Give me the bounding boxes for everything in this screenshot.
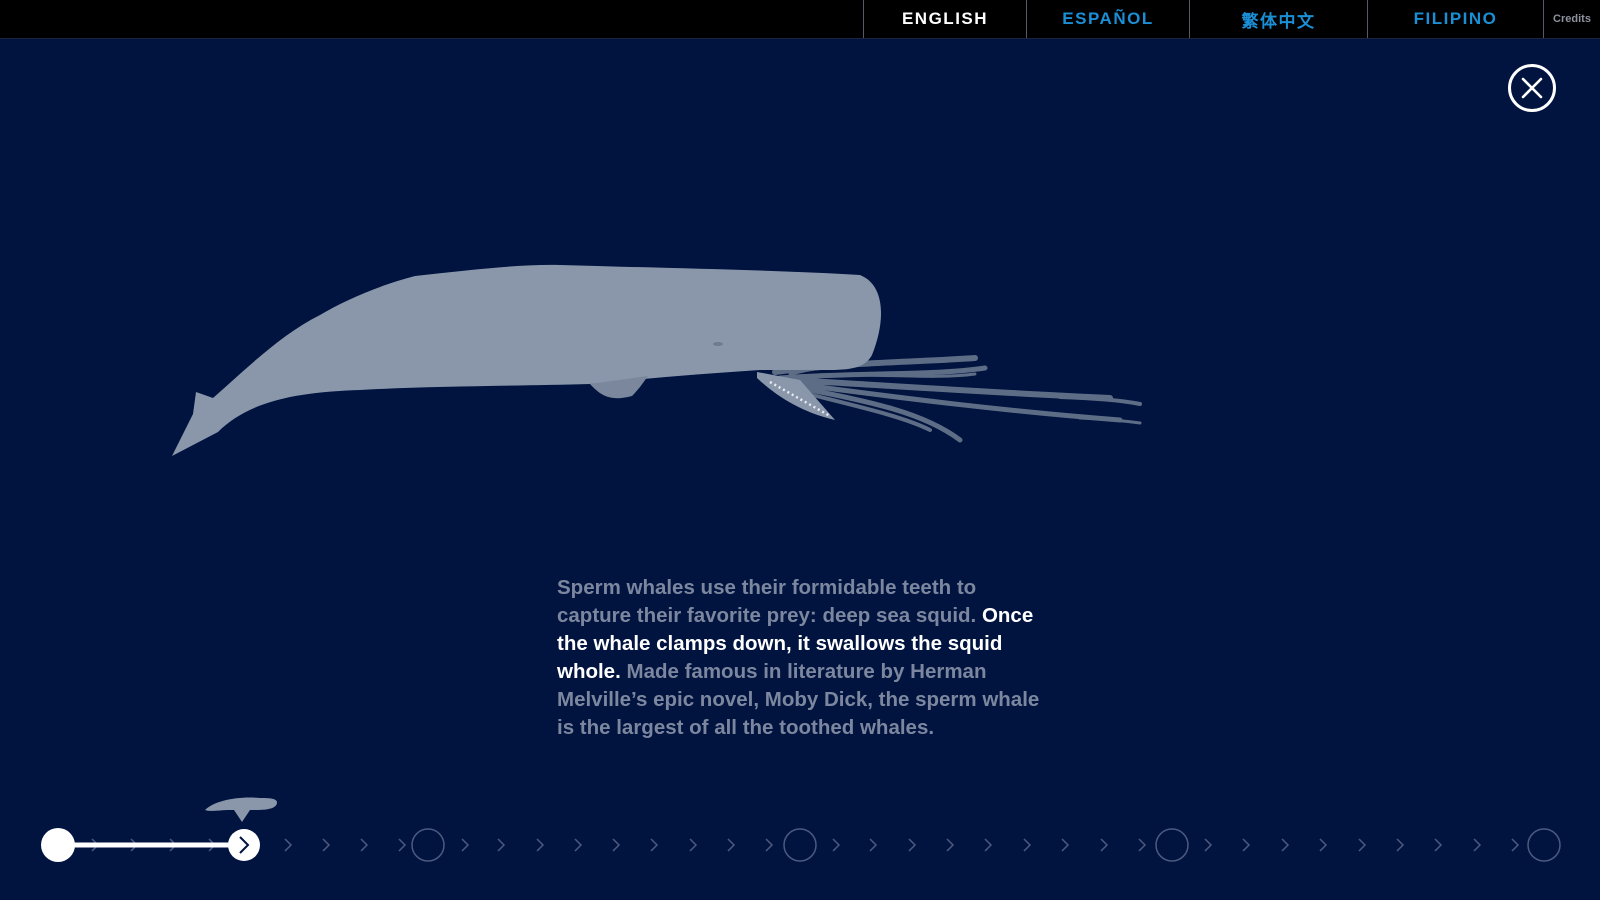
page: ENGLISH ESPAÑOL 繁体中文 FILIPINO Credits Sp… xyxy=(0,0,1600,900)
timeline-step-chevron[interactable] xyxy=(1138,838,1147,852)
timeline-step-chevron[interactable] xyxy=(1434,838,1443,852)
timeline-step-chevron[interactable] xyxy=(650,838,659,852)
timeline-step-chevron[interactable] xyxy=(727,838,736,852)
timeline-step-chevron[interactable] xyxy=(1061,838,1070,852)
timeline-step-chevron[interactable] xyxy=(1358,838,1367,852)
timeline-step-chevron[interactable] xyxy=(322,838,331,852)
timeline-step-chevron[interactable] xyxy=(1511,838,1520,852)
story-intro-text: Sperm whales use their formidable teeth … xyxy=(557,576,977,627)
timeline-nav xyxy=(41,797,1561,862)
timeline-chapter-marker[interactable] xyxy=(1527,828,1561,862)
sperm-whale-illustration xyxy=(172,264,1142,456)
timeline-step-chevron[interactable] xyxy=(869,838,878,852)
timeline-step-chevron[interactable] xyxy=(1319,838,1328,852)
timeline-start-handle[interactable] xyxy=(41,828,75,862)
timeline-next-button[interactable] xyxy=(228,829,260,861)
timeline-step-chevron[interactable] xyxy=(1204,838,1213,852)
timeline-step-chevron[interactable] xyxy=(398,838,407,852)
timeline-chapter-marker[interactable] xyxy=(411,828,445,862)
squid-tentacles xyxy=(772,355,1142,443)
timeline-step-chevron[interactable] xyxy=(1281,838,1290,852)
timeline-step-chevron[interactable] xyxy=(536,838,545,852)
timeline-step-chevron[interactable] xyxy=(1396,838,1405,852)
whale-body xyxy=(172,264,882,456)
timeline-step-chevron[interactable] xyxy=(574,838,583,852)
timeline-step-chevron[interactable] xyxy=(1242,838,1251,852)
timeline-step-chevron[interactable] xyxy=(832,838,841,852)
timeline-step-chevron[interactable] xyxy=(1023,838,1032,852)
whale-marker xyxy=(205,797,277,822)
timeline-chapter-marker[interactable] xyxy=(783,828,817,862)
timeline-step-chevron[interactable] xyxy=(984,838,993,852)
timeline-step-chevron[interactable] xyxy=(284,838,293,852)
timeline-step-chevron[interactable] xyxy=(765,838,774,852)
timeline-step-chevron[interactable] xyxy=(461,838,470,852)
timeline-step-chevron[interactable] xyxy=(1473,838,1482,852)
timeline-chapter-marker[interactable] xyxy=(1155,828,1189,862)
timeline-step-chevron[interactable] xyxy=(612,838,621,852)
timeline-steps xyxy=(91,828,1561,862)
story-outro-text: Made famous in literature by Herman Melv… xyxy=(557,660,1040,739)
timeline-step-chevron[interactable] xyxy=(908,838,917,852)
timeline-step-chevron[interactable] xyxy=(946,838,955,852)
story-text: Sperm whales use their formidable teeth … xyxy=(557,574,1047,742)
timeline-step-chevron[interactable] xyxy=(1100,838,1109,852)
timeline-step-chevron[interactable] xyxy=(689,838,698,852)
timeline-step-chevron[interactable] xyxy=(497,838,506,852)
timeline-step-chevron[interactable] xyxy=(360,838,369,852)
